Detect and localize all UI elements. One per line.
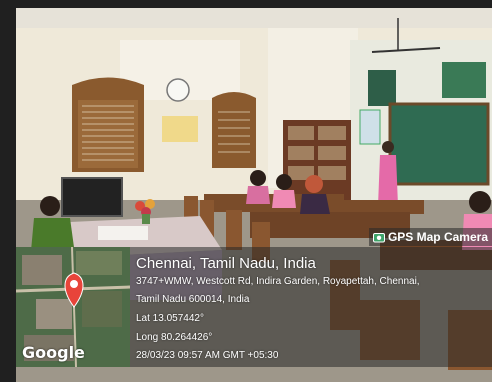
honour-board-right — [212, 92, 256, 168]
address-line-2: Tamil Nadu 600014, India — [136, 294, 250, 305]
latitude: Lat 13.057442° — [136, 313, 204, 324]
gps-badge-label: GPS Map Camera — [387, 230, 488, 244]
photo-frame: GPS Map Camera Google Chennai, Tamil Nad… — [0, 0, 492, 382]
honour-board-left — [72, 77, 144, 172]
address-line-1: 3747+WMW, Westcott Rd, Indira Garden, Ro… — [136, 276, 420, 287]
google-logo: Google — [22, 343, 85, 362]
gps-badge: GPS Map Camera — [368, 228, 492, 246]
desk — [334, 200, 424, 214]
camera-icon — [372, 233, 385, 243]
wall-clock — [166, 78, 190, 102]
location-title: Chennai, Tamil Nadu, India — [136, 255, 316, 272]
monitor — [61, 177, 123, 217]
longitude: Long 80.264426° — [136, 332, 213, 343]
notice-paper — [162, 116, 198, 142]
timestamp: 28/03/23 09:57 AM GMT +05:30 — [136, 350, 279, 361]
chalkboard — [388, 102, 490, 186]
poster — [442, 62, 486, 98]
poster — [368, 70, 396, 106]
